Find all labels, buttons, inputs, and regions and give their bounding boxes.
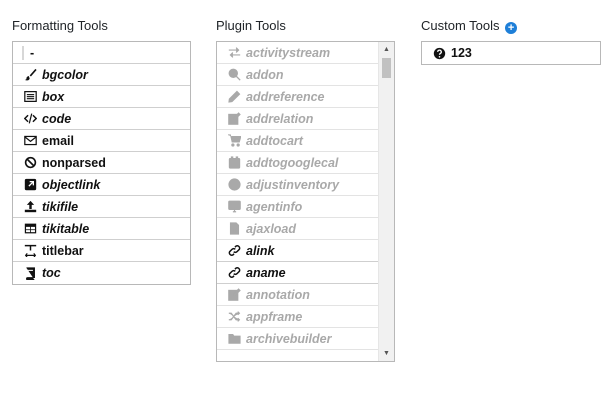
tool-label: addon bbox=[246, 67, 284, 82]
plugin-tools-title: Plugin Tools bbox=[216, 18, 286, 33]
tool-label: alink bbox=[246, 243, 275, 258]
link-icon bbox=[227, 266, 241, 280]
external-link-square-icon bbox=[23, 178, 37, 192]
plugin-tool-aname[interactable]: aname bbox=[217, 262, 379, 284]
plugin-tool-adjustinventory[interactable]: adjustinventory bbox=[217, 174, 379, 196]
tool-label: code bbox=[42, 111, 72, 126]
formatting-tool-toc[interactable]: toc bbox=[13, 262, 190, 284]
formatting-tool-titlebar[interactable]: titlebar bbox=[13, 240, 190, 262]
folder-icon bbox=[227, 332, 241, 346]
list-box-icon bbox=[23, 90, 37, 104]
plugin-tool-addreference[interactable]: addreference bbox=[217, 86, 379, 108]
tool-label: addrelation bbox=[246, 111, 314, 126]
formatting-tool-code[interactable]: code bbox=[13, 108, 190, 130]
tool-label: annotation bbox=[246, 287, 310, 302]
add-custom-tool-icon[interactable]: + bbox=[505, 22, 518, 34]
plugin-tool-appframe[interactable]: appframe bbox=[217, 306, 379, 328]
plugin-tool-addtocart[interactable]: addtocart bbox=[217, 130, 379, 152]
formatting-tool-bgcolor[interactable]: bgcolor bbox=[13, 64, 190, 86]
cart-icon bbox=[227, 134, 241, 148]
tool-label: agentinfo bbox=[246, 199, 303, 214]
formatting-tool-tikifile[interactable]: tikifile bbox=[13, 196, 190, 218]
plugin-tool-ajaxload[interactable]: ajaxload bbox=[217, 218, 379, 240]
desktop-icon bbox=[227, 200, 241, 214]
formatting-tool-objectlink[interactable]: objectlink bbox=[13, 174, 190, 196]
tool-label: addreference bbox=[246, 89, 325, 104]
tool-label: archivebuilder bbox=[246, 331, 332, 346]
book-icon bbox=[23, 266, 37, 280]
tool-label: email bbox=[42, 133, 74, 148]
formatting-tool-box[interactable]: box bbox=[13, 86, 190, 108]
question-circle-icon bbox=[432, 46, 446, 60]
custom-tool-123[interactable]: 123 bbox=[422, 42, 600, 64]
formatting-tool-tikitable[interactable]: tikitable bbox=[13, 218, 190, 240]
link-icon bbox=[227, 244, 241, 258]
tool-label: addtocart bbox=[246, 133, 303, 148]
plugin-tool-activitystream[interactable]: activitystream bbox=[217, 42, 379, 64]
tool-label: activitystream bbox=[246, 45, 331, 60]
scroll-thumb[interactable] bbox=[382, 58, 391, 78]
envelope-icon bbox=[23, 134, 37, 148]
separator-bar-icon bbox=[22, 45, 24, 60]
plugin-tool-addrelation[interactable]: addrelation bbox=[217, 108, 379, 130]
tool-label: objectlink bbox=[42, 177, 101, 192]
upload-icon bbox=[23, 200, 37, 214]
plugin-tool-addtogooglecal[interactable]: addtogooglecal bbox=[217, 152, 379, 174]
scroll-down-arrow-icon[interactable]: ▼ bbox=[379, 346, 394, 361]
file-code-icon bbox=[227, 222, 241, 236]
text-height-icon bbox=[23, 244, 37, 258]
formatting-tool-email[interactable]: email bbox=[13, 130, 190, 152]
plus-circle-icon bbox=[227, 178, 241, 192]
calendar-icon bbox=[227, 156, 241, 170]
tool-label: - bbox=[30, 45, 35, 60]
plugin-tool-archivebuilder[interactable]: archivebuilder bbox=[217, 328, 379, 350]
table-icon bbox=[23, 222, 37, 236]
edit-icon bbox=[227, 288, 241, 302]
tool-label: toc bbox=[42, 266, 61, 280]
tool-label: 123 bbox=[451, 46, 472, 60]
formatting-tool-separator[interactable]: - bbox=[13, 42, 190, 64]
plugin-tool-alink[interactable]: alink bbox=[217, 240, 379, 262]
custom-tools-list: 123 bbox=[421, 41, 601, 65]
tool-label: tikitable bbox=[42, 221, 90, 236]
edit-icon bbox=[227, 112, 241, 126]
formatting-tools-list: - bgcolor box code email nonparsed objectlink t… bbox=[12, 41, 191, 285]
paint-brush-icon bbox=[23, 68, 37, 82]
scroll-up-arrow-icon[interactable]: ▲ bbox=[379, 42, 394, 57]
exchange-icon bbox=[227, 46, 241, 60]
tool-label: titlebar bbox=[42, 243, 84, 258]
tool-label: addtogooglecal bbox=[246, 155, 339, 170]
tool-label: nonparsed bbox=[42, 155, 106, 170]
ban-icon bbox=[23, 156, 37, 170]
tool-label: bgcolor bbox=[42, 67, 88, 82]
plugin-tool-annotation[interactable]: annotation bbox=[217, 284, 379, 306]
plugin-tool-addon[interactable]: addon bbox=[217, 64, 379, 86]
custom-tools-title: Custom Tools bbox=[421, 18, 500, 33]
formatting-tools-title: Formatting Tools bbox=[12, 18, 108, 33]
plugin-tool-agentinfo[interactable]: agentinfo bbox=[217, 196, 379, 218]
plugin-tools-list[interactable]: activitystream addon addreference addrelati… bbox=[216, 41, 395, 362]
tool-label: appframe bbox=[246, 309, 303, 324]
custom-tools-header: Custom Tools + bbox=[421, 18, 518, 34]
formatting-tool-nonparsed[interactable]: nonparsed bbox=[13, 152, 190, 174]
pencil-icon bbox=[227, 90, 241, 104]
random-icon bbox=[227, 310, 241, 324]
plugin-scrollbar[interactable]: ▲ ▼ bbox=[378, 42, 394, 361]
search-plus-icon bbox=[227, 68, 241, 82]
tool-label: tikifile bbox=[42, 199, 79, 214]
tool-label: aname bbox=[246, 265, 286, 280]
tool-label: box bbox=[42, 89, 65, 104]
code-icon bbox=[23, 112, 37, 126]
tool-label: adjustinventory bbox=[246, 177, 340, 192]
tool-label: ajaxload bbox=[246, 221, 297, 236]
